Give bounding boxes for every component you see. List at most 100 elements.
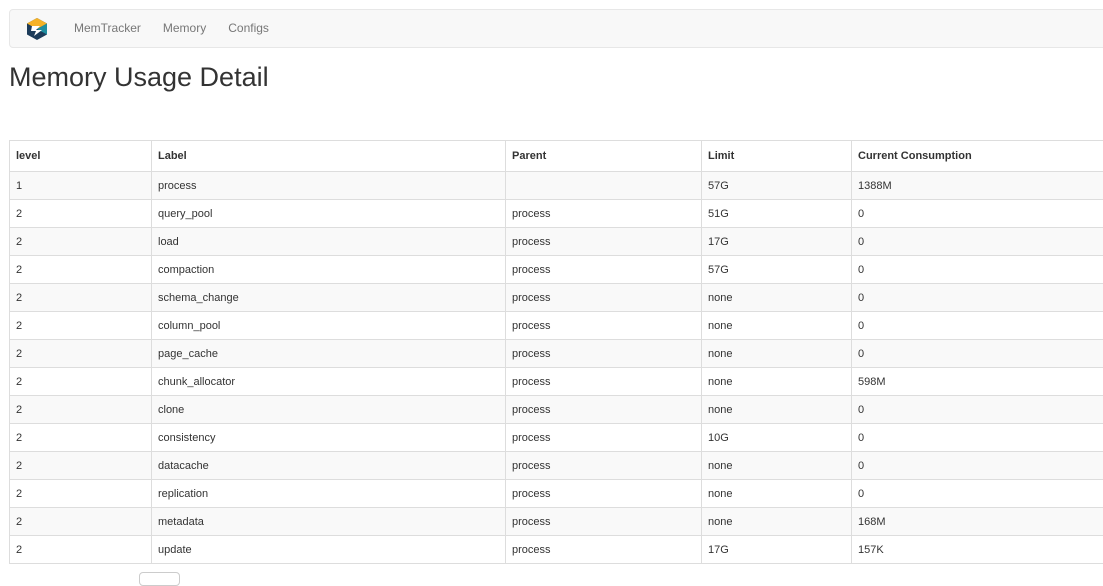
cell-limit: none	[702, 284, 852, 312]
cell-parent: process	[506, 228, 702, 256]
cell-label: chunk_allocator	[152, 368, 506, 396]
table-row: 2cloneprocessnone0	[10, 396, 1103, 424]
cell-current-consumption: 0	[852, 228, 1103, 256]
cell-current-consumption: 1388M	[852, 172, 1103, 200]
cell-limit: none	[702, 368, 852, 396]
cell-parent: process	[506, 424, 702, 452]
cell-level: 2	[10, 312, 152, 340]
cell-parent: process	[506, 340, 702, 368]
table-row: 2compactionprocess57G0	[10, 256, 1103, 284]
header-parent: Parent	[506, 141, 702, 172]
cell-current-consumption: 168M	[852, 508, 1103, 536]
cell-label: process	[152, 172, 506, 200]
brand-logo[interactable]	[10, 10, 64, 47]
cell-parent: process	[506, 368, 702, 396]
table-row: 2metadataprocessnone168M	[10, 508, 1103, 536]
cell-parent: process	[506, 312, 702, 340]
cell-current-consumption: 0	[852, 452, 1103, 480]
table-row: 2schema_changeprocessnone0	[10, 284, 1103, 312]
cell-current-consumption: 0	[852, 284, 1103, 312]
cell-level: 2	[10, 228, 152, 256]
table-body: 1process57G1388M2query_poolprocess51G02l…	[10, 172, 1103, 564]
cell-level: 2	[10, 452, 152, 480]
table-row: 2query_poolprocess51G0	[10, 200, 1103, 228]
cell-level: 2	[10, 536, 152, 564]
starrocks-logo-icon	[26, 17, 48, 41]
header-label: Label	[152, 141, 506, 172]
cell-limit: none	[702, 508, 852, 536]
cell-limit: 51G	[702, 200, 852, 228]
cell-current-consumption: 0	[852, 424, 1103, 452]
cell-level: 2	[10, 256, 152, 284]
page-length-select[interactable]	[139, 572, 180, 586]
cell-parent: process	[506, 452, 702, 480]
memory-usage-table: level Label Parent Limit Current Consump…	[9, 140, 1103, 564]
cell-limit: none	[702, 452, 852, 480]
cell-label: consistency	[152, 424, 506, 452]
table-row: 2consistencyprocess10G0	[10, 424, 1103, 452]
cell-current-consumption: 0	[852, 340, 1103, 368]
cell-level: 1	[10, 172, 152, 200]
table-row: 2datacacheprocessnone0	[10, 452, 1103, 480]
header-current-consumption: Current Consumption	[852, 141, 1103, 172]
cell-label: update	[152, 536, 506, 564]
cell-label: replication	[152, 480, 506, 508]
cell-level: 2	[10, 480, 152, 508]
nav-link-memory[interactable]: Memory	[163, 10, 206, 47]
cell-parent: process	[506, 284, 702, 312]
table-row: 2chunk_allocatorprocessnone598M	[10, 368, 1103, 396]
nav-link-configs[interactable]: Configs	[228, 10, 269, 47]
cell-parent: process	[506, 256, 702, 284]
cell-current-consumption: 0	[852, 312, 1103, 340]
header-level: level	[10, 141, 152, 172]
cell-parent	[506, 172, 702, 200]
cell-limit: 17G	[702, 228, 852, 256]
cell-current-consumption: 0	[852, 200, 1103, 228]
header-limit: Limit	[702, 141, 852, 172]
page-title: Memory Usage Detail	[9, 58, 269, 96]
cell-level: 2	[10, 424, 152, 452]
cell-parent: process	[506, 480, 702, 508]
cell-label: compaction	[152, 256, 506, 284]
cell-label: metadata	[152, 508, 506, 536]
cell-current-consumption: 0	[852, 396, 1103, 424]
cell-current-consumption: 0	[852, 256, 1103, 284]
table-row: 2loadprocess17G0	[10, 228, 1103, 256]
table-row: 2updateprocess17G157K	[10, 536, 1103, 564]
cell-parent: process	[506, 536, 702, 564]
cell-label: column_pool	[152, 312, 506, 340]
cell-label: clone	[152, 396, 506, 424]
cell-level: 2	[10, 200, 152, 228]
cell-label: page_cache	[152, 340, 506, 368]
cell-current-consumption: 157K	[852, 536, 1103, 564]
cell-level: 2	[10, 508, 152, 536]
cell-level: 2	[10, 284, 152, 312]
table-row: 2column_poolprocessnone0	[10, 312, 1103, 340]
cell-limit: none	[702, 340, 852, 368]
cell-limit: 57G	[702, 172, 852, 200]
table-row: 2replicationprocessnone0	[10, 480, 1103, 508]
cell-limit: 57G	[702, 256, 852, 284]
cell-label: load	[152, 228, 506, 256]
cell-limit: none	[702, 480, 852, 508]
cell-limit: none	[702, 312, 852, 340]
nav-link-memtracker[interactable]: MemTracker	[74, 10, 141, 47]
cell-current-consumption: 598M	[852, 368, 1103, 396]
cell-level: 2	[10, 396, 152, 424]
memory-usage-table-container: level Label Parent Limit Current Consump…	[9, 140, 1103, 564]
table-row: 2page_cacheprocessnone0	[10, 340, 1103, 368]
cell-parent: process	[506, 396, 702, 424]
cell-label: datacache	[152, 452, 506, 480]
cell-current-consumption: 0	[852, 480, 1103, 508]
cell-level: 2	[10, 340, 152, 368]
cell-label: schema_change	[152, 284, 506, 312]
cell-limit: 10G	[702, 424, 852, 452]
table-row: 1process 57G1388M	[10, 172, 1103, 200]
cell-label: query_pool	[152, 200, 506, 228]
cell-limit: none	[702, 396, 852, 424]
cell-level: 2	[10, 368, 152, 396]
cell-limit: 17G	[702, 536, 852, 564]
table-header-row: level Label Parent Limit Current Consump…	[10, 141, 1103, 172]
cell-parent: process	[506, 508, 702, 536]
top-navbar: MemTracker Memory Configs	[9, 9, 1103, 48]
